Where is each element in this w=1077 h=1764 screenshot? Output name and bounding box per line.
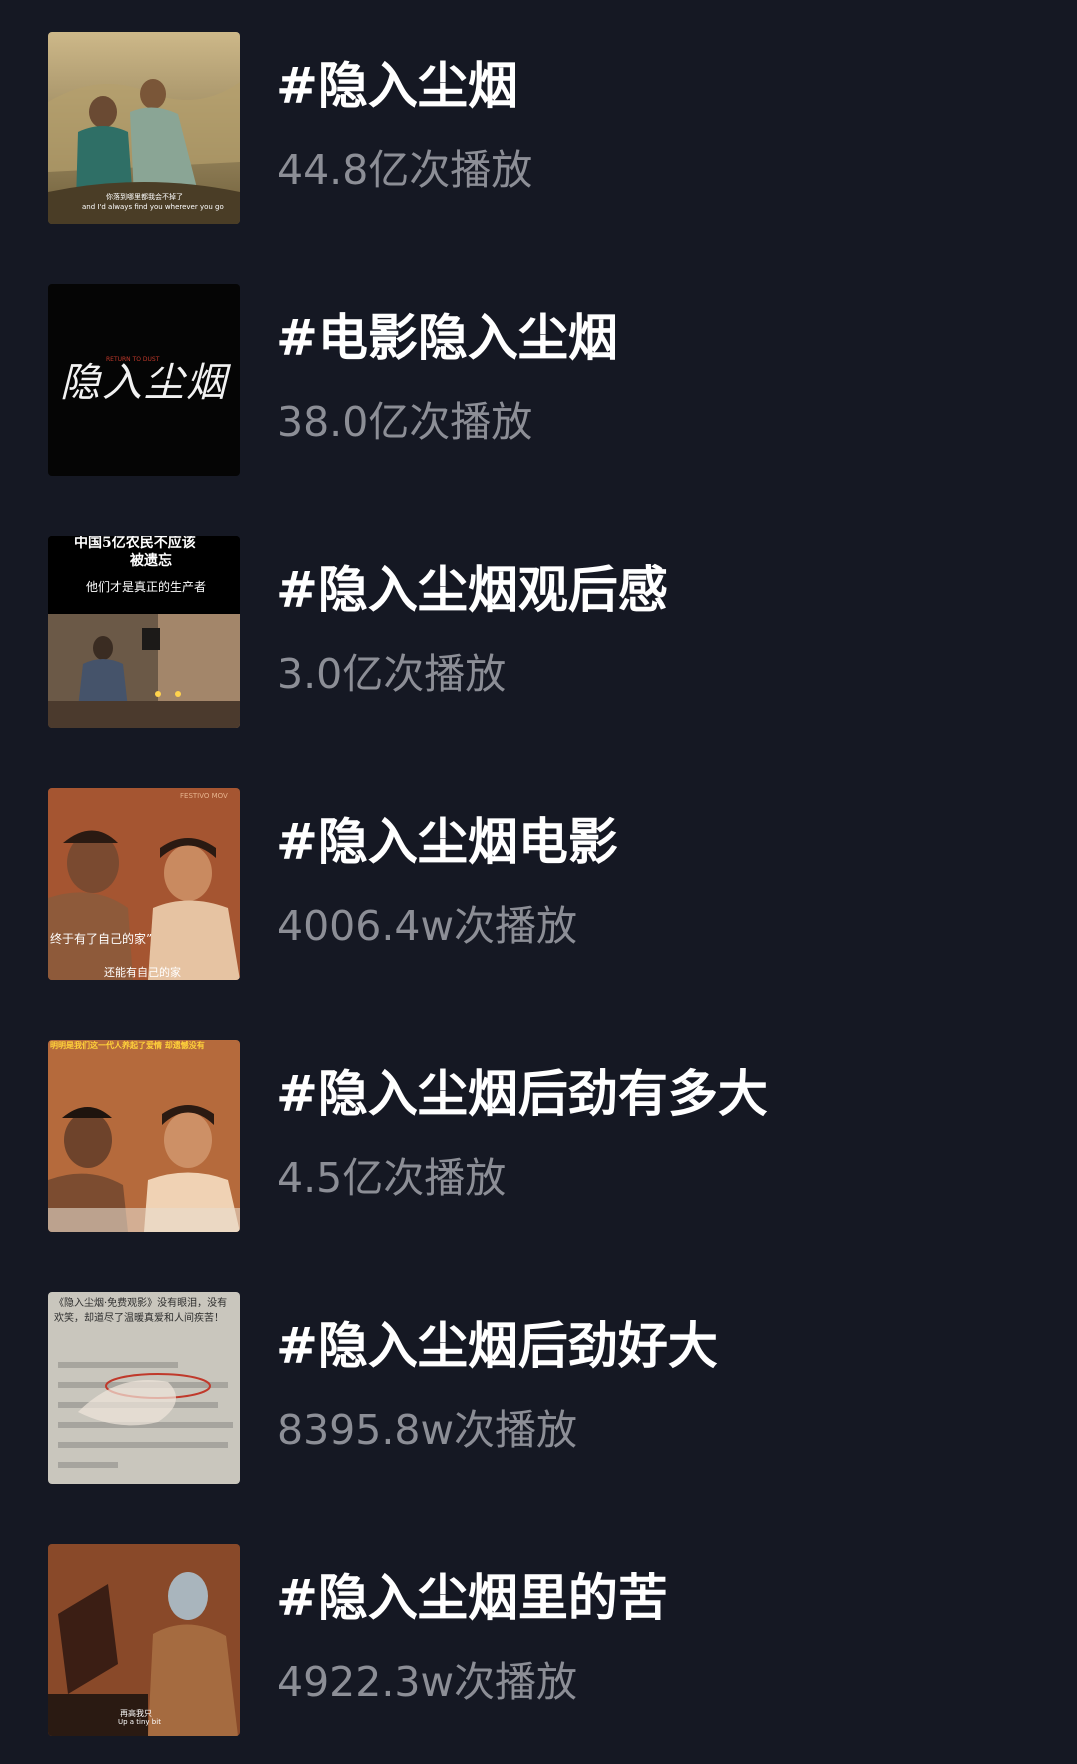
topic-title[interactable]: #隐入尘烟后劲好大: [276, 1316, 718, 1376]
topic-thumbnail[interactable]: FESTIVO MOV 终于有了自己的家” 还能有自己的家: [48, 788, 240, 980]
topic-item[interactable]: 中国5亿农民不应该 被遗忘 他们才是真正的生产者 #隐入尘烟观后感 3.0亿次播…: [0, 504, 1077, 756]
thumbnail-caption-english: and I'd always find you wherever you go: [82, 203, 224, 211]
play-count: 4.5亿次播放: [277, 1154, 507, 1202]
topic-title[interactable]: #电影隐入尘烟: [276, 308, 618, 368]
topic-thumbnail[interactable]: 《隐入尘烟·免费观影》没有眼泪，没有欢笑，却道尽了温暖真爱和人间疾苦！: [48, 1292, 240, 1484]
topic-item[interactable]: 明明是我们这一代人养起了爱情 却遗憾没有 #隐入尘烟后劲有多大 4.5亿次播放: [0, 1008, 1077, 1260]
thumbnail-caption: 终于有了自己的家”: [50, 932, 153, 946]
play-count: 38.0亿次播放: [277, 398, 533, 446]
thumbnail-caption-english: Up a tiny bit: [118, 1718, 161, 1726]
thumbnail-headline-2: 被遗忘: [130, 553, 172, 569]
topic-item[interactable]: FESTIVO MOV 终于有了自己的家” 还能有自己的家 #隐入尘烟电影 40…: [0, 756, 1077, 1008]
thumbnail-calligraphy-title: 隐入尘烟: [60, 360, 228, 406]
topic-title[interactable]: #隐入尘烟: [276, 56, 518, 116]
thumbnail-image: [48, 1040, 240, 1232]
thumbnail-banner: 明明是我们这一代人养起了爱情 却遗憾没有: [50, 1041, 205, 1050]
topic-thumbnail[interactable]: RETURN TO DUST 隐入尘烟: [48, 284, 240, 476]
topic-thumbnail[interactable]: 明明是我们这一代人养起了爱情 却遗憾没有: [48, 1040, 240, 1232]
topic-item[interactable]: RETURN TO DUST 隐入尘烟 #电影隐入尘烟 38.0亿次播放: [0, 252, 1077, 504]
topic-list: 你落到哪里都我会不掉了 and I'd always find you wher…: [0, 0, 1077, 1750]
topic-title[interactable]: #隐入尘烟电影: [276, 812, 618, 872]
thumbnail-subline: 他们才是真正的生产者: [86, 580, 207, 594]
topic-thumbnail[interactable]: 你落到哪里都我会不掉了 and I'd always find you wher…: [48, 32, 240, 224]
play-count: 4006.4w次播放: [277, 902, 577, 950]
play-count: 44.8亿次播放: [277, 146, 533, 194]
thumbnail-image: [48, 788, 240, 980]
topic-item[interactable]: 再高我只 Up a tiny bit #隐入尘烟里的苦 4922.3w次播放: [0, 1512, 1077, 1764]
thumbnail-caption: 你落到哪里都我会不掉了: [106, 193, 183, 201]
play-count: 4922.3w次播放: [277, 1658, 577, 1706]
thumbnail-image: [58, 1362, 233, 1468]
thumbnail-caption-2: 还能有自己的家: [104, 966, 181, 979]
topic-title[interactable]: #隐入尘烟观后感: [276, 560, 668, 620]
topic-thumbnail[interactable]: 中国5亿农民不应该 被遗忘 他们才是真正的生产者: [48, 536, 240, 728]
topic-title[interactable]: #隐入尘烟后劲有多大: [276, 1064, 768, 1124]
play-count: 8395.8w次播放: [277, 1406, 577, 1454]
topic-thumbnail[interactable]: 再高我只 Up a tiny bit: [48, 1544, 240, 1736]
topic-title[interactable]: #隐入尘烟里的苦: [276, 1568, 668, 1628]
topic-item[interactable]: 你落到哪里都我会不掉了 and I'd always find you wher…: [0, 0, 1077, 252]
topic-item[interactable]: 《隐入尘烟·免费观影》没有眼泪，没有欢笑，却道尽了温暖真爱和人间疾苦！ #隐入尘…: [0, 1260, 1077, 1512]
thumbnail-watermark: FESTIVO MOV: [180, 792, 228, 800]
play-count: 3.0亿次播放: [277, 650, 507, 698]
